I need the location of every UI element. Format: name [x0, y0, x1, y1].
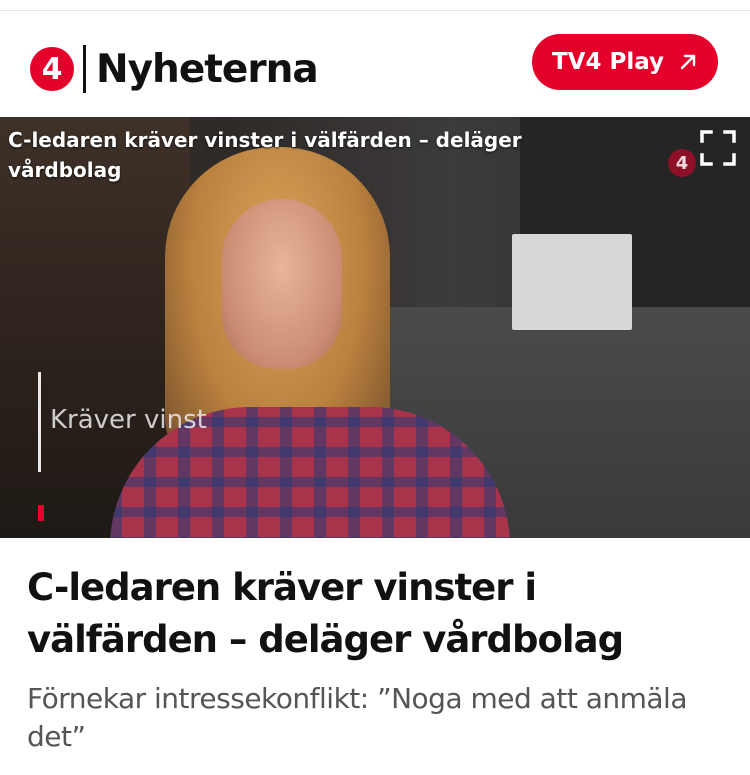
fullscreen-icon[interactable] — [699, 129, 737, 167]
logo-divider — [83, 45, 86, 93]
video-overlay-title: C-ledaren kräver vinster i välfärden – d… — [8, 128, 522, 182]
video-background-cups — [512, 234, 632, 330]
brand-name: Nyheterna — [96, 46, 319, 92]
tv4-nyheterna-logo[interactable]: 4 Nyheterna — [30, 45, 319, 93]
lower-third-accent — [38, 505, 44, 521]
site-header: 4 Nyheterna TV4 Play — [0, 11, 750, 115]
lower-third-text: Kräver vinst — [50, 405, 207, 435]
video-player[interactable]: Kräver vinst C-ledaren kräver vinster i … — [0, 117, 750, 538]
tv4-logo-icon: 4 — [30, 47, 74, 91]
tv4-play-button[interactable]: TV4 Play — [532, 34, 718, 90]
video-person-face — [222, 199, 342, 369]
article-headline[interactable]: C-ledaren kräver vinster i välfärden – d… — [27, 562, 727, 666]
tv4-play-label: TV4 Play — [551, 49, 665, 75]
arrow-up-right-icon — [680, 54, 696, 70]
article-subheadline: Förnekar intressekonflikt: ”Noga med att… — [27, 682, 687, 753]
tv4-watermark-icon: 4 — [668, 149, 696, 177]
lower-third-bar — [38, 372, 41, 472]
